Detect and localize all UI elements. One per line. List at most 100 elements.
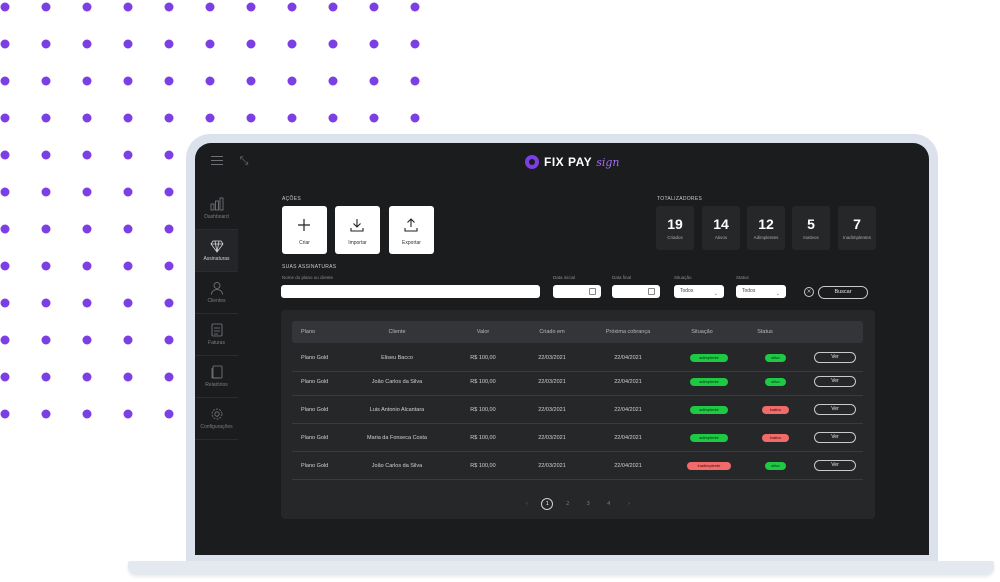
date-start-label: Data inicial <box>553 275 576 280</box>
page-number[interactable]: 4 <box>603 498 615 510</box>
import-button[interactable]: Importar <box>335 206 380 254</box>
stat-value: 12 <box>758 216 774 232</box>
decorative-dot <box>328 76 338 86</box>
actions-section-label: AÇÕES <box>282 196 302 202</box>
sidebar-item-configuracoes[interactable]: Configurações <box>195 398 238 440</box>
laptop-base <box>128 561 994 575</box>
stat-label: Criados <box>667 235 683 240</box>
stat-value: 7 <box>853 216 861 232</box>
decorative-dot <box>246 39 256 49</box>
report-icon <box>211 365 222 379</box>
decorative-dot <box>41 372 51 382</box>
user-icon <box>210 282 223 295</box>
invoice-icon <box>211 323 222 337</box>
pagination-prev-icon[interactable]: ‹ <box>521 498 533 510</box>
situation-select[interactable]: Todos ⌄ <box>674 285 724 298</box>
stat-value: 14 <box>713 216 729 232</box>
create-button[interactable]: Criar <box>282 206 327 254</box>
view-button[interactable]: Ver <box>814 352 856 363</box>
situation-badge: inadimplente <box>687 462 731 470</box>
table-header: Plano Cliente Valor Criado em Próxima co… <box>292 321 863 343</box>
decorative-dot <box>41 113 51 123</box>
status-badge: ativo <box>765 462 786 470</box>
table-cell-proxima: 22/04/2021 <box>614 435 642 441</box>
decorative-dot <box>164 224 174 234</box>
sidebar: Dashboard Assinaturas Clientes Faturas R… <box>195 188 238 440</box>
upload-icon <box>404 218 418 232</box>
decorative-dot <box>164 372 174 382</box>
page-number[interactable]: 3 <box>582 498 594 510</box>
decorative-dot <box>205 2 215 12</box>
view-button[interactable]: Ver <box>814 376 856 387</box>
decorative-dot <box>205 113 215 123</box>
table-row: Plano Gold João Carlos da Silva R$ 100,00 2… <box>292 368 863 396</box>
sidebar-item-label: Relatórios <box>205 382 228 388</box>
table-cell-criado: 22/03/2021 <box>538 379 566 385</box>
calendar-icon <box>648 288 655 295</box>
page-number[interactable]: 1 <box>541 498 554 510</box>
table-cell-cliente: Luis Antonio Alcantara <box>369 407 425 413</box>
decorative-dot <box>0 335 10 345</box>
table-cell-valor: R$ 100,00 <box>470 379 496 385</box>
column-header: Situação <box>691 329 713 335</box>
status-select[interactable]: Todos ⌄ <box>736 285 786 298</box>
date-start-input[interactable] <box>553 285 601 298</box>
sidebar-item-clientes[interactable]: Clientes <box>195 272 238 314</box>
decorative-dot <box>0 372 10 382</box>
decorative-dot <box>123 224 133 234</box>
decorative-dot <box>164 261 174 271</box>
decorative-dot <box>41 261 51 271</box>
decorative-dot <box>82 409 92 419</box>
stat-value: 19 <box>667 216 683 232</box>
sidebar-item-faturas[interactable]: Faturas <box>195 314 238 356</box>
decorative-dot <box>410 2 420 12</box>
sidebar-item-label: Clientes <box>207 298 226 304</box>
stat-card-criados: 19 Criados <box>656 206 694 250</box>
chevron-down-icon: ⌄ <box>775 291 780 297</box>
search-button[interactable]: Buscar <box>818 286 868 299</box>
action-label: Criar <box>299 240 310 246</box>
table-cell-cliente: João Carlos da Silva <box>371 379 423 385</box>
decorative-dot <box>0 187 10 197</box>
stat-label: Adimplentes <box>753 235 779 240</box>
sidebar-item-assinaturas[interactable]: Assinaturas <box>195 230 238 272</box>
table-cell-cliente: João Carlos da Silva <box>371 463 423 469</box>
sidebar-item-relatorios[interactable]: Relatórios <box>195 356 238 398</box>
stat-label: Inativos <box>803 235 819 240</box>
status-select-value: Todos <box>742 288 756 294</box>
decorative-dot <box>82 150 92 160</box>
decorative-dot <box>164 39 174 49</box>
decorative-dot <box>41 335 51 345</box>
table-cell-criado: 22/03/2021 <box>538 463 566 469</box>
decorative-dot <box>82 372 92 382</box>
decorative-dot <box>82 113 92 123</box>
decorative-dot <box>82 335 92 345</box>
view-button[interactable]: Ver <box>814 460 856 471</box>
decorative-dot <box>41 2 51 12</box>
stat-label: Inadimplentes <box>842 235 872 240</box>
decorative-dot <box>164 409 174 419</box>
table-cell-plano: Plano Gold <box>301 379 329 385</box>
table-cell-plano: Plano Gold <box>301 463 329 469</box>
clear-filters-close-icon[interactable]: × <box>804 287 814 297</box>
hamburger-menu-icon[interactable] <box>211 156 223 166</box>
situation-badge: adimplente <box>690 378 728 386</box>
search-input[interactable] <box>281 285 540 298</box>
decorative-dot <box>369 39 379 49</box>
decorative-dot <box>328 2 338 12</box>
sidebar-item-label: Assinaturas <box>203 256 230 262</box>
view-button[interactable]: Ver <box>814 404 856 415</box>
sidebar-item-dashboard[interactable]: Dashboard <box>195 188 238 230</box>
table-row: Plano Gold João Carlos da Silva R$ 100,00 2… <box>292 452 863 480</box>
date-end-input[interactable] <box>612 285 660 298</box>
decorative-dot <box>82 2 92 12</box>
view-button[interactable]: Ver <box>814 432 856 443</box>
page-number[interactable]: 2 <box>562 498 574 510</box>
pagination-next-icon[interactable]: › <box>623 498 635 510</box>
table-row: Plano Gold Luis Antonio Alcantara R$ 100,0… <box>292 396 863 424</box>
table-cell-proxima: 22/04/2021 <box>614 463 642 469</box>
decorative-dot <box>82 76 92 86</box>
export-button[interactable]: Exportar <box>389 206 434 254</box>
decorative-dot <box>164 187 174 197</box>
fullscreen-icon[interactable]: ⤡ <box>238 155 250 167</box>
